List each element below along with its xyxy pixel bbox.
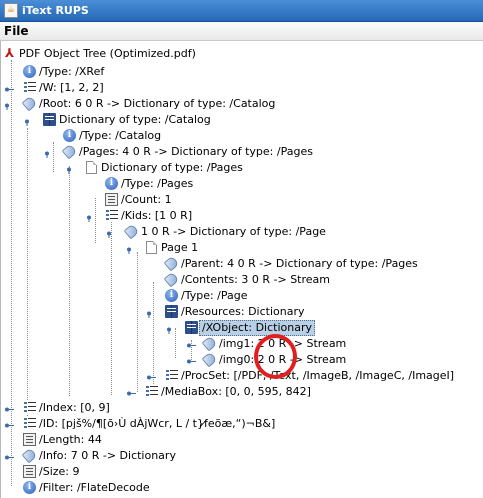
expand-toggle-icon[interactable] [67,165,76,174]
expand-toggle-icon[interactable] [25,117,34,126]
reference-icon [123,223,140,240]
expand-toggle-icon[interactable] [5,85,14,94]
title-bar: ☕ iText RUPS [0,0,483,22]
info-icon: i [23,481,36,494]
list-icon [145,385,158,398]
tree-guide [27,128,28,428]
expand-toggle-icon[interactable] [5,453,14,462]
reference-icon [163,255,180,272]
page-icon [146,241,157,254]
number-icon [105,193,118,206]
tree-guide [111,220,112,395]
tree-guide [137,252,138,392]
list-icon [23,401,36,414]
dictionary-icon [185,321,198,334]
list-icon [105,209,118,222]
tree-guide [69,166,70,396]
menu-bar: File [0,22,483,41]
expand-toggle-icon[interactable] [147,309,156,318]
app-icon: ☕ [4,3,18,18]
pdf-icon: ⅄ [4,46,15,60]
list-icon [165,369,178,382]
expand-toggle-icon[interactable] [167,325,176,334]
expand-toggle-icon[interactable] [45,149,54,158]
info-icon: i [105,177,118,190]
list-icon [23,81,36,94]
info-icon: i [165,289,178,302]
expand-toggle-icon[interactable] [5,421,14,430]
reference-icon [201,335,218,352]
reference-icon [21,95,38,112]
expand-toggle-icon[interactable] [87,213,96,222]
expand-toggle-icon[interactable] [187,357,196,366]
menu-file[interactable]: File [4,24,29,38]
reference-icon [163,271,180,288]
expand-toggle-icon[interactable] [5,101,14,110]
expand-toggle-icon[interactable] [127,245,136,254]
info-icon: i [63,129,76,142]
list-icon [23,417,36,430]
dictionary-icon [43,113,56,126]
reference-icon [21,447,38,464]
info-icon: i [23,65,36,78]
pdf-object-tree[interactable]: ⅄ PDF Object Tree (Optimized.pdf) i /Typ… [0,41,483,498]
number-icon [23,433,36,446]
expand-toggle-icon[interactable] [147,373,156,382]
reference-icon [61,143,78,160]
number-icon [23,465,36,478]
expand-toggle-icon[interactable] [107,229,116,238]
expand-toggle-icon[interactable] [5,405,14,414]
expand-toggle-icon[interactable] [187,341,196,350]
reference-icon [201,351,218,368]
page-icon [86,161,97,174]
window-title: iText RUPS [22,4,89,17]
dictionary-icon [165,305,178,318]
expand-toggle-icon[interactable] [127,389,136,398]
